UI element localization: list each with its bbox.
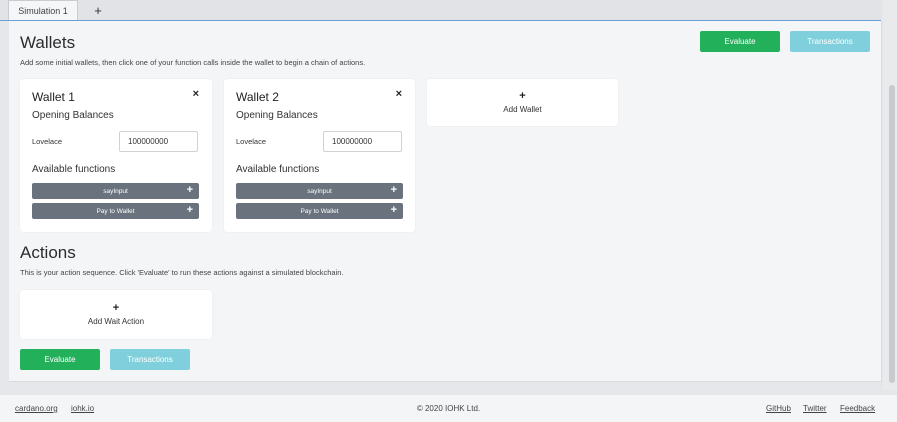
function-button-sayinput[interactable]: sayInput +: [32, 183, 199, 199]
available-functions-label: Available functions: [32, 164, 116, 175]
close-icon[interactable]: ×: [193, 88, 199, 100]
opening-balances-label: Opening Balances: [32, 110, 114, 121]
function-button-sayinput[interactable]: sayInput +: [236, 183, 403, 199]
scrollbar-thumb[interactable]: [889, 85, 895, 383]
add-tab-button[interactable]: +: [86, 0, 110, 20]
close-icon[interactable]: ×: [396, 88, 402, 100]
footer: cardano.org iohk.io © 2020 IOHK Ltd. Git…: [0, 395, 897, 422]
actions-description: This is your action sequence. Click 'Eva…: [20, 268, 344, 277]
wallet-title: Wallet 1: [32, 90, 75, 104]
wallets-description: Add some initial wallets, then click one…: [20, 58, 366, 67]
simulation-panel: Wallets Add some initial wallets, then c…: [9, 21, 882, 382]
footer-link-feedback[interactable]: Feedback: [840, 404, 875, 413]
evaluate-button-bottom[interactable]: Evaluate: [20, 349, 100, 370]
function-label: Pay to Wallet: [300, 207, 339, 215]
wallet-card-2: Wallet 2 × Opening Balances Lovelace Ava…: [224, 79, 415, 232]
plus-icon: +: [390, 184, 397, 196]
wallet-card-1: Wallet 1 × Opening Balances Lovelace Ava…: [20, 79, 212, 232]
available-functions-label: Available functions: [236, 164, 320, 175]
wallet-title: Wallet 2: [236, 90, 279, 104]
footer-link-twitter[interactable]: Twitter: [803, 404, 827, 413]
add-wallet-card[interactable]: + Add Wallet: [427, 79, 618, 126]
add-wait-action-card[interactable]: + Add Wait Action: [20, 290, 212, 339]
plus-icon: +: [390, 204, 397, 216]
balance-input[interactable]: [119, 131, 198, 152]
actions-heading: Actions: [20, 243, 76, 262]
add-wallet-label: Add Wallet: [503, 105, 542, 114]
opening-balances-label: Opening Balances: [236, 110, 318, 121]
transactions-button-top[interactable]: Transactions: [790, 31, 870, 52]
footer-link-github[interactable]: GitHub: [766, 404, 791, 413]
tab-simulation-1[interactable]: Simulation 1: [8, 0, 78, 20]
function-label: Pay to Wallet: [96, 207, 135, 215]
plus-icon: +: [186, 184, 193, 196]
function-label: sayInput: [307, 187, 332, 195]
function-button-pay-to-wallet[interactable]: Pay to Wallet +: [236, 203, 403, 219]
plus-icon: +: [186, 204, 193, 216]
add-wait-action-label: Add Wait Action: [87, 317, 145, 326]
currency-label: Lovelace: [236, 137, 267, 146]
currency-label: Lovelace: [32, 137, 63, 146]
plus-icon: +: [112, 302, 120, 314]
evaluate-button-top[interactable]: Evaluate: [700, 31, 780, 52]
function-label: sayInput: [103, 187, 128, 195]
plus-icon: +: [519, 90, 526, 102]
balance-input[interactable]: [323, 131, 402, 152]
transactions-button-bottom[interactable]: Transactions: [110, 349, 190, 370]
copyright-text: © 2020 IOHK Ltd.: [416, 404, 481, 413]
function-button-pay-to-wallet[interactable]: Pay to Wallet +: [32, 203, 199, 219]
wallets-heading: Wallets: [20, 33, 76, 52]
tab-bar: Simulation 1 +: [0, 0, 881, 21]
